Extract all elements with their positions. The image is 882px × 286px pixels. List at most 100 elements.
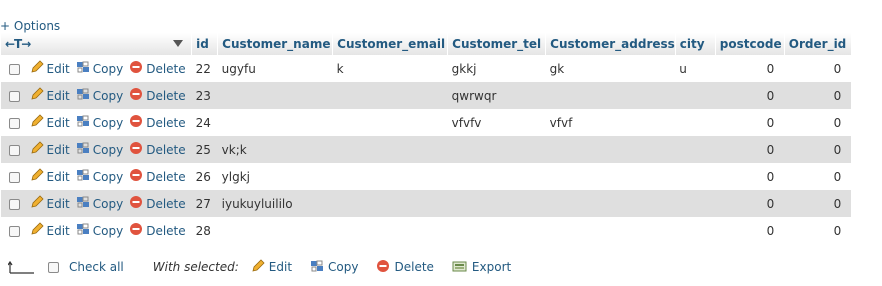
copy-button[interactable]: Copy <box>76 195 123 212</box>
delete-button[interactable]: Delete <box>129 60 186 77</box>
column-header-customer-tel[interactable]: Customer_tel <box>447 33 546 55</box>
cell-order-id[interactable]: 0 <box>784 136 851 163</box>
footer-export-button[interactable]: Export <box>452 259 511 276</box>
cell-customer-email[interactable] <box>333 163 448 190</box>
cell-city[interactable] <box>675 163 715 190</box>
cell-customer-email[interactable] <box>333 217 448 244</box>
cell-city[interactable]: u <box>675 55 715 82</box>
cell-postcode[interactable]: 0 <box>715 82 784 109</box>
cell-customer-address[interactable] <box>546 163 676 190</box>
edit-button[interactable]: Edit <box>30 168 70 185</box>
copy-button[interactable]: Copy <box>76 87 123 104</box>
footer-delete-button[interactable]: Delete <box>376 259 434 276</box>
cell-customer-address[interactable] <box>546 136 676 163</box>
cell-customer-tel[interactable]: qwrwqr <box>448 82 546 109</box>
options-link[interactable]: + Options <box>0 19 60 33</box>
cell-id[interactable]: 27 <box>192 190 218 217</box>
copy-button[interactable]: Copy <box>76 222 123 239</box>
delete-button[interactable]: Delete <box>129 168 186 185</box>
cell-customer-name[interactable]: iyukuyluililo <box>218 190 333 217</box>
cell-id[interactable]: 22 <box>192 55 218 82</box>
column-header-city[interactable]: city <box>674 33 716 55</box>
cell-customer-name[interactable]: vk;k <box>218 136 333 163</box>
cell-city[interactable] <box>675 109 715 136</box>
copy-button[interactable]: Copy <box>76 114 123 131</box>
cell-order-id[interactable]: 0 <box>784 163 851 190</box>
cell-postcode[interactable]: 0 <box>715 136 784 163</box>
edit-button[interactable]: Edit <box>30 60 70 77</box>
cell-id[interactable]: 23 <box>192 82 218 109</box>
edit-button[interactable]: Edit <box>30 222 70 239</box>
cell-postcode[interactable]: 0 <box>715 163 784 190</box>
row-checkbox[interactable] <box>8 225 20 237</box>
copy-button[interactable]: Copy <box>76 60 123 77</box>
cell-id[interactable]: 25 <box>192 136 218 163</box>
cell-customer-tel[interactable] <box>448 217 546 244</box>
column-header-customer-address[interactable]: Customer_address <box>545 33 676 55</box>
cell-city[interactable] <box>675 190 715 217</box>
cell-order-id[interactable]: 0 <box>784 217 851 244</box>
row-checkbox[interactable] <box>8 171 20 183</box>
cell-order-id[interactable]: 0 <box>784 190 851 217</box>
cell-customer-email[interactable]: k <box>333 55 448 82</box>
row-checkbox[interactable] <box>8 90 20 102</box>
column-header-order-id[interactable]: Order_id <box>783 33 852 55</box>
column-header-postcode[interactable]: postcode <box>714 33 785 55</box>
cell-id[interactable]: 24 <box>192 109 218 136</box>
cell-customer-email[interactable] <box>333 190 448 217</box>
cell-city[interactable] <box>675 136 715 163</box>
cell-customer-address[interactable]: gk <box>546 55 676 82</box>
row-checkbox[interactable] <box>8 198 20 210</box>
check-all-label[interactable]: Check all <box>69 260 124 274</box>
edit-button[interactable]: Edit <box>30 141 70 158</box>
edit-button[interactable]: Edit <box>30 195 70 212</box>
delete-button[interactable]: Delete <box>129 141 186 158</box>
column-header-customer-name[interactable]: Customer_name <box>217 33 333 55</box>
delete-button[interactable]: Delete <box>129 114 186 131</box>
cell-postcode[interactable]: 0 <box>715 217 784 244</box>
cell-customer-name[interactable]: ylgkj <box>218 163 333 190</box>
column-header-id[interactable]: id <box>191 33 218 55</box>
check-all-checkbox[interactable] <box>48 261 59 273</box>
edit-button[interactable]: Edit <box>30 87 70 104</box>
cell-order-id[interactable]: 0 <box>784 82 851 109</box>
sort-dropdown-icon[interactable] <box>173 37 184 51</box>
delete-button[interactable]: Delete <box>129 87 186 104</box>
copy-button[interactable]: Copy <box>76 141 123 158</box>
cell-order-id[interactable]: 0 <box>784 55 851 82</box>
row-checkbox[interactable] <box>8 63 20 75</box>
delete-button[interactable]: Delete <box>129 195 186 212</box>
cell-customer-email[interactable] <box>333 82 448 109</box>
cell-customer-address[interactable] <box>546 190 676 217</box>
cell-customer-address[interactable]: vfvf <box>546 109 676 136</box>
cell-customer-name[interactable] <box>218 217 333 244</box>
cell-city[interactable] <box>675 217 715 244</box>
cell-customer-tel[interactable] <box>448 163 546 190</box>
cell-customer-email[interactable] <box>333 136 448 163</box>
row-checkbox[interactable] <box>8 144 20 156</box>
cell-postcode[interactable]: 0 <box>715 109 784 136</box>
cell-order-id[interactable]: 0 <box>784 109 851 136</box>
cell-customer-tel[interactable] <box>448 136 546 163</box>
cell-customer-name[interactable] <box>218 82 333 109</box>
cell-postcode[interactable]: 0 <box>715 190 784 217</box>
column-nav-arrows[interactable]: ←T→ <box>5 37 31 51</box>
row-checkbox[interactable] <box>8 117 20 129</box>
cell-customer-tel[interactable]: gkkj <box>448 55 546 82</box>
cell-postcode[interactable]: 0 <box>715 55 784 82</box>
cell-customer-email[interactable] <box>333 109 448 136</box>
delete-button[interactable]: Delete <box>129 222 186 239</box>
edit-button[interactable]: Edit <box>30 114 70 131</box>
copy-button[interactable]: Copy <box>76 168 123 185</box>
cell-customer-tel[interactable]: vfvfv <box>448 109 546 136</box>
cell-customer-address[interactable] <box>546 217 676 244</box>
cell-id[interactable]: 26 <box>192 163 218 190</box>
column-header-customer-email[interactable]: Customer_email <box>332 33 448 55</box>
footer-copy-button[interactable]: Copy <box>310 259 358 276</box>
cell-id[interactable]: 28 <box>192 217 218 244</box>
footer-edit-button[interactable]: Edit <box>251 258 292 276</box>
cell-customer-tel[interactable] <box>448 190 546 217</box>
cell-city[interactable] <box>675 82 715 109</box>
cell-customer-address[interactable] <box>546 82 676 109</box>
cell-customer-name[interactable]: ugyfu <box>218 55 333 82</box>
